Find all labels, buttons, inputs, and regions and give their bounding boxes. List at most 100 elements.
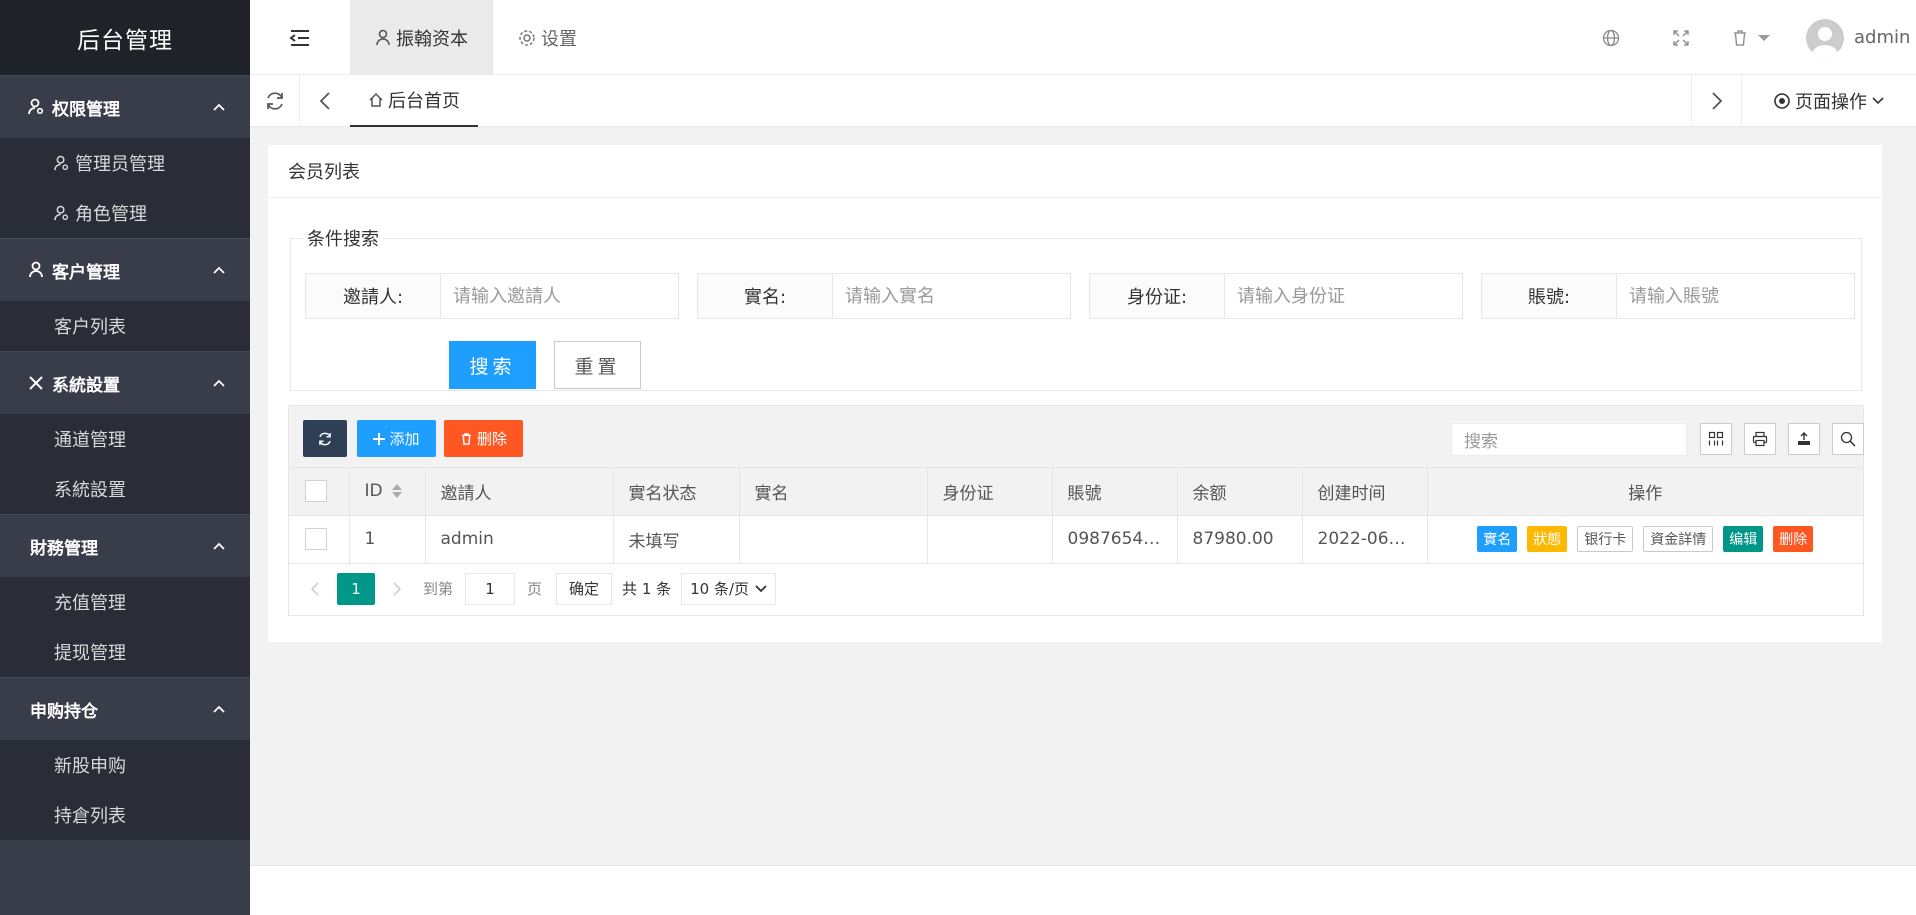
row-checkbox[interactable]	[305, 528, 327, 550]
chevron-up-icon	[213, 705, 225, 713]
sidebar-item-role-manage[interactable]: 角色管理	[0, 188, 250, 238]
username: admin	[1854, 27, 1911, 48]
refresh-icon	[319, 432, 331, 445]
tab-label: 后台首页	[388, 91, 460, 112]
page-operations-label: 页面操作	[1795, 92, 1867, 113]
sidebar-group-permission: 权限管理 管理员管理 角色管理	[0, 75, 250, 238]
cell-ops: 實名 狀態 银行卡 資金詳情 编辑 删除	[1427, 515, 1863, 564]
user-menu[interactable]: admin	[1786, 18, 1916, 57]
sidebar-item-withdraw-manage[interactable]: 提现管理	[0, 627, 250, 677]
page-confirm-button[interactable]: 确定	[556, 572, 613, 605]
page-unit-label: 页	[527, 580, 543, 598]
chevron-down-icon	[1872, 97, 1884, 105]
menu-fold-icon[interactable]	[288, 26, 312, 50]
logo: 后台管理	[0, 0, 250, 75]
sidebar-item-recharge-manage[interactable]: 充值管理	[0, 577, 250, 627]
sidebar-group-head-finance[interactable]: 財務管理	[0, 514, 250, 577]
print-button[interactable]	[1744, 423, 1776, 455]
search-button[interactable]: 搜索	[449, 341, 536, 389]
card-title: 会员列表	[268, 145, 1882, 198]
table-row: 1 admin 未填写 0987654… 87980.00 2022-06… 實…	[289, 515, 1863, 564]
sidebar-group-customer: 客户管理 客户列表	[0, 238, 250, 351]
sidebar-item-position-list[interactable]: 持倉列表	[0, 790, 250, 840]
language-button[interactable]	[1576, 0, 1646, 75]
page-size-value: 10 条/页	[690, 580, 750, 598]
chevron-right-icon	[393, 581, 402, 596]
sidebar-group-head-permission[interactable]: 权限管理	[0, 75, 250, 138]
header-ops: 操作	[1427, 468, 1863, 516]
user-gear-icon	[54, 205, 72, 222]
header-id[interactable]: ID	[349, 468, 426, 516]
tab-next-button[interactable]	[1691, 75, 1741, 127]
field-label: 賬號:	[1482, 274, 1617, 318]
realname-input[interactable]	[833, 274, 1070, 318]
table-refresh-button[interactable]	[303, 420, 347, 457]
chevron-left-icon	[319, 92, 330, 110]
sidebar-item-label: 客户列表	[54, 317, 126, 338]
search-field-realname: 實名:	[697, 273, 1071, 319]
sidebar-group-head-customer[interactable]: 客户管理	[0, 238, 250, 301]
sort-icon[interactable]	[391, 483, 403, 499]
sidebar-item-ipo-subscribe[interactable]: 新股申购	[0, 740, 250, 790]
current-page[interactable]: 1	[337, 572, 375, 605]
top-header: 振翰资本 设置 admin	[250, 0, 1916, 75]
status-button[interactable]: 狀態	[1527, 526, 1568, 552]
edit-button[interactable]: 编辑	[1723, 526, 1764, 552]
sidebar-item-label: 管理员管理	[75, 154, 165, 175]
sidebar-item-label: 通道管理	[54, 430, 126, 451]
sidebar-group-system: 系統設置 通道管理 系統設置	[0, 351, 250, 514]
export-button[interactable]	[1788, 423, 1820, 455]
prev-page-button[interactable]	[303, 581, 327, 597]
sidebar-group-title: 申购持仓	[30, 701, 98, 722]
advanced-search-button[interactable]	[1832, 423, 1864, 455]
page-size-select[interactable]: 10 条/页	[681, 572, 777, 605]
refresh-button[interactable]	[250, 75, 300, 127]
sidebar-item-system-settings[interactable]: 系統設置	[0, 464, 250, 514]
tab-prev-button[interactable]	[300, 75, 350, 127]
field-label: 實名:	[698, 274, 833, 318]
cell-account: 0987654…	[1052, 515, 1178, 564]
header-realname: 實名	[739, 468, 928, 516]
sidebar-item-admin-manage[interactable]: 管理员管理	[0, 138, 250, 188]
fund-details-button[interactable]: 資金詳情	[1643, 526, 1714, 552]
target-icon	[1774, 93, 1790, 109]
topnav-item-company[interactable]: 振翰资本	[350, 0, 493, 75]
gear-icon	[519, 29, 535, 46]
fullscreen-icon	[1673, 29, 1689, 46]
account-input[interactable]	[1617, 274, 1854, 318]
member-table: ID 邀請人 實名状态 實名 身份证 賬號 余额 创建时间 操作 1 admin…	[289, 468, 1863, 564]
sidebar-item-label: 角色管理	[75, 204, 147, 225]
field-label: 邀請人:	[306, 274, 441, 318]
page-jump-input[interactable]: 1	[465, 572, 516, 605]
clear-cache-button[interactable]	[1716, 0, 1786, 75]
next-page-button[interactable]	[385, 581, 409, 597]
search-icon	[1840, 431, 1856, 447]
header-status: 實名状态	[613, 468, 740, 516]
realname-button[interactable]: 實名	[1477, 526, 1518, 552]
columns-filter-button[interactable]	[1700, 423, 1732, 455]
page-operations-dropdown[interactable]: 页面操作	[1741, 75, 1916, 127]
fullscreen-button[interactable]	[1646, 0, 1716, 75]
user-gear-icon	[54, 155, 72, 172]
row-delete-button[interactable]: 删除	[1773, 526, 1814, 552]
sidebar-item-customer-list[interactable]: 客户列表	[0, 301, 250, 351]
delete-button[interactable]: 删除	[444, 420, 523, 457]
cell-created: 2022-06…	[1302, 515, 1428, 564]
sidebar-item-label: 充值管理	[54, 593, 126, 614]
tab-home[interactable]: 后台首页	[350, 75, 478, 127]
trash-icon	[462, 432, 471, 445]
reset-button[interactable]: 重置	[554, 341, 641, 389]
columns-icon	[1708, 431, 1724, 446]
bankcard-button[interactable]: 银行卡	[1577, 526, 1634, 552]
sidebar-group-head-system[interactable]: 系統設置	[0, 351, 250, 414]
sidebar-group-head-subscription[interactable]: 申购持仓	[0, 677, 250, 740]
table-search-input[interactable]: 搜索	[1451, 423, 1687, 456]
sidebar-item-channel-manage[interactable]: 通道管理	[0, 414, 250, 464]
idcard-input[interactable]	[1225, 274, 1462, 318]
avatar	[1806, 18, 1844, 57]
select-all-checkbox[interactable]	[305, 480, 327, 503]
topnav-item-settings[interactable]: 设置	[493, 0, 602, 75]
add-button[interactable]: 添加	[357, 420, 436, 457]
inviter-input[interactable]	[441, 274, 678, 318]
user-gear-icon	[28, 98, 48, 116]
